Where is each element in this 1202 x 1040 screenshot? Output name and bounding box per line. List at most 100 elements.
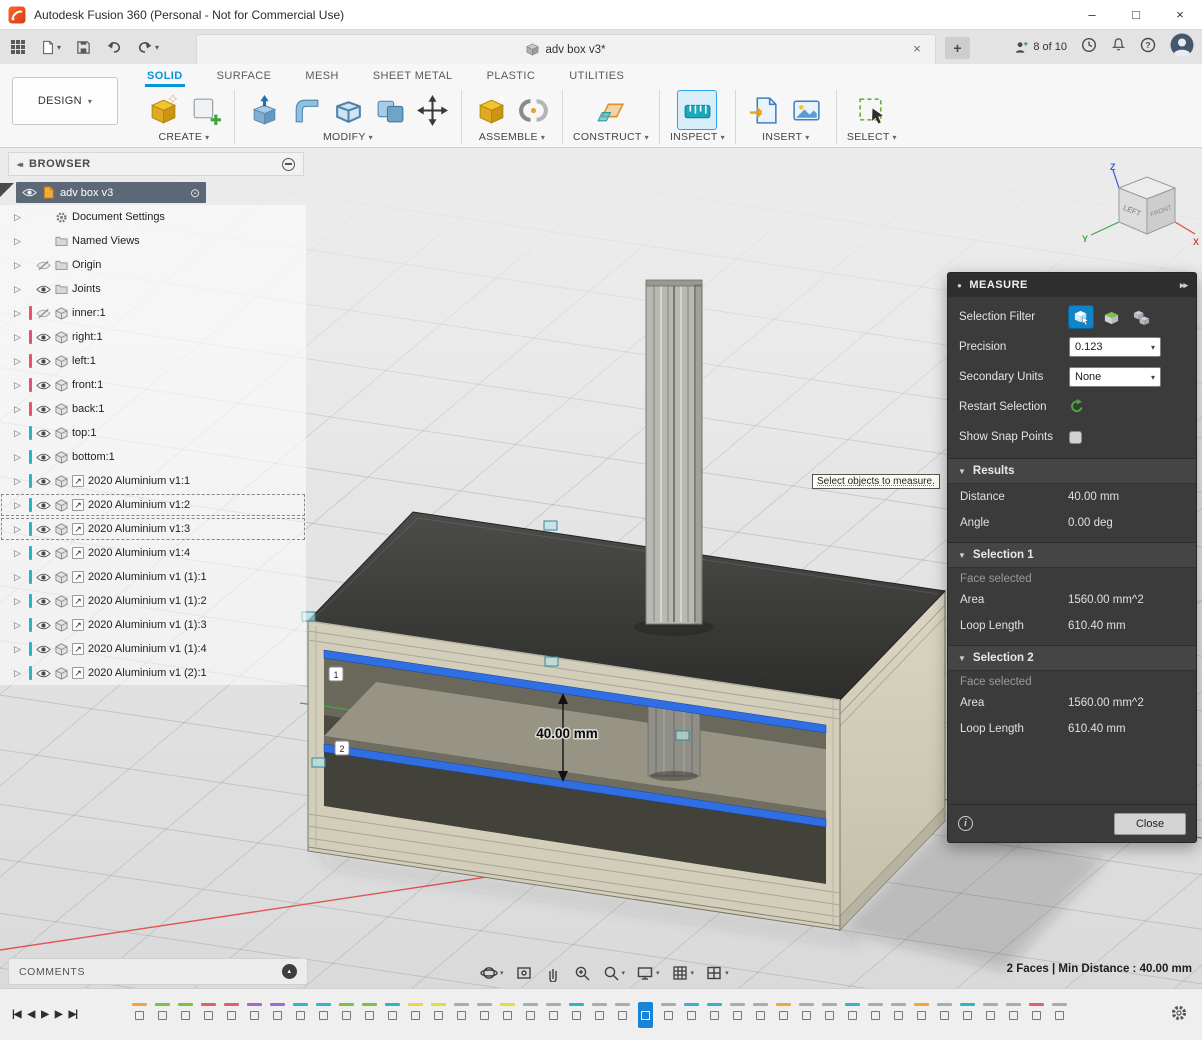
comments-bar[interactable]: COMMENTS ▲ [8,958,308,985]
section-collapse-icon[interactable]: ▼ [958,654,966,663]
browser-item-2020-aluminium-v1-4[interactable]: ▷↗2020 Aluminium v1:4 [0,541,306,565]
timeline-feature-36[interactable] [937,1002,952,1028]
model-post[interactable] [634,280,714,636]
visibility-eye-icon[interactable] [36,284,51,295]
timeline-feature-14[interactable] [431,1002,446,1028]
group-label-inspect[interactable]: INSPECT ▾ [670,131,725,143]
viewcube[interactable]: LEFT FRONT Z Y X [1075,162,1200,257]
go-to-beginning-button[interactable]: |◀ [12,1009,21,1020]
section-collapse-icon[interactable]: ▼ [958,467,966,476]
group-label-insert[interactable]: INSERT ▾ [762,131,809,143]
info-icon[interactable]: i [958,816,973,831]
close-window-button[interactable]: × [1158,0,1202,30]
go-to-end-button[interactable]: ▶| [69,1009,78,1020]
expand-arrow-icon[interactable]: ▷ [14,452,25,463]
timeline-feature-5[interactable] [224,1002,239,1028]
browser-item-front-1[interactable]: ▷front:1 [0,373,306,397]
step-back-button[interactable]: ◀ [28,1009,35,1020]
bell-icon[interactable] [1111,37,1126,57]
create-form-button[interactable] [144,91,182,129]
notifications-clock-icon[interactable] [1081,37,1097,58]
browser-item-bottom-1[interactable]: ▷bottom:1 [0,445,306,469]
browser-item-2020-aluminium-v1-1-1[interactable]: ▷↗2020 Aluminium v1 (1):1 [0,565,306,589]
browser-item-joints[interactable]: ▷Joints [0,277,306,301]
measure-header[interactable]: ● MEASURE ▸▸ [948,273,1196,297]
timeline-feature-6[interactable] [247,1002,262,1028]
section-collapse-icon[interactable]: ▼ [958,551,966,560]
browser-item-2020-aluminium-v1-3[interactable]: ▷↗2020 Aluminium v1:3 [0,517,306,541]
expand-arrow-icon[interactable]: ▷ [14,308,25,319]
orbit-tool[interactable]: ▾ [480,964,504,982]
browser-item-back-1[interactable]: ▷back:1 [0,397,306,421]
group-label-assemble[interactable]: ASSEMBLE ▾ [479,131,545,143]
redo-button[interactable]: ▾ [137,39,159,55]
timeline-feature-19[interactable] [546,1002,561,1028]
timeline-feature-24[interactable] [661,1002,676,1028]
timeline-feature-12[interactable] [385,1002,400,1028]
viewports-tool[interactable]: ▾ [705,964,729,982]
timeline-feature-40[interactable] [1029,1002,1044,1028]
expand-arrow-icon[interactable]: ▷ [14,644,25,655]
insert-canvas-button[interactable] [788,91,826,129]
timeline-feature-31[interactable] [822,1002,837,1028]
browser-item-origin[interactable]: ▷Origin [0,253,306,277]
browser-item-2020-aluminium-v1-1-3[interactable]: ▷↗2020 Aluminium v1 (1):3 [0,613,306,637]
timeline-feature-25[interactable] [684,1002,699,1028]
browser-header[interactable]: ◂◂ BROWSER [8,152,304,176]
section-header-selection-1[interactable]: ▼Selection 1 [948,542,1196,568]
snap-points-checkbox[interactable] [1069,431,1082,444]
browser-item-2020-aluminium-v1-2-1[interactable]: ▷↗2020 Aluminium v1 (2):1 [0,661,306,685]
timeline-feature-10[interactable] [339,1002,354,1028]
timeline-feature-8[interactable] [293,1002,308,1028]
group-label-select[interactable]: SELECT ▾ [847,131,897,143]
timeline-feature-7[interactable] [270,1002,285,1028]
timeline-feature-27[interactable] [730,1002,745,1028]
filter-faces-button[interactable] [1099,306,1123,328]
timeline-feature-32[interactable] [845,1002,860,1028]
browser-item-left-1[interactable]: ▷left:1 [0,349,306,373]
visibility-eye-icon[interactable] [36,428,51,439]
timeline-feature-3[interactable] [178,1002,193,1028]
expand-arrow-icon[interactable]: ▷ [14,548,25,559]
new-document-button[interactable]: + [945,37,970,59]
visibility-eye-icon[interactable] [36,644,51,655]
ribbon-tab-mesh[interactable]: MESH [303,66,340,86]
press-pull-button[interactable] [245,91,283,129]
visibility-eye-off-icon[interactable] [36,308,51,319]
avatar[interactable] [1170,33,1194,62]
timeline-feature-41[interactable] [1052,1002,1067,1028]
restart-selection-button[interactable] [1069,398,1085,417]
display-settings-tool[interactable]: ▾ [636,964,660,982]
section-header-results[interactable]: ▼Results [948,458,1196,484]
filter-bodies-button[interactable] [1069,306,1093,328]
step-forward-button[interactable]: ▶ [55,1009,62,1020]
visibility-eye-icon[interactable] [36,332,51,343]
expand-arrow-icon[interactable]: ▷ [14,212,25,223]
select-button[interactable] [853,91,891,129]
grid-settings-tool[interactable]: ▾ [671,964,695,982]
workspace-switcher[interactable]: DESIGN ▾ [12,77,118,125]
visibility-eye-icon[interactable] [36,548,51,559]
timeline-feature-20[interactable] [569,1002,584,1028]
timeline-feature-33[interactable] [868,1002,883,1028]
timeline-feature-1[interactable] [132,1002,147,1028]
visibility-eye-icon[interactable] [36,404,51,415]
browser-item-document-settings[interactable]: ▷Document Settings [0,205,306,229]
timeline-feature-34[interactable] [891,1002,906,1028]
zoom-tool[interactable] [573,964,591,982]
expand-arrow-icon[interactable]: ▷ [14,260,25,271]
insert-svg-button[interactable] [746,91,784,129]
undo-button[interactable] [106,39,122,55]
expand-arrow-icon[interactable]: ▷ [14,524,25,535]
expand-arrow-icon[interactable]: ▷ [14,356,25,367]
expand-arrow-icon[interactable]: ▷ [14,668,25,679]
expand-arrow-icon[interactable]: ▷ [14,500,25,511]
collapse-all-icon[interactable] [282,158,295,171]
browser-item-top-1[interactable]: ▷top:1 [0,421,306,445]
group-label-create[interactable]: CREATE ▾ [159,131,210,143]
visibility-eye-icon[interactable] [36,500,51,511]
timeline-feature-30[interactable] [799,1002,814,1028]
timeline-feature-26[interactable] [707,1002,722,1028]
create-base-feature-button[interactable] [186,91,224,129]
play-button[interactable]: ▶ [41,1009,48,1020]
